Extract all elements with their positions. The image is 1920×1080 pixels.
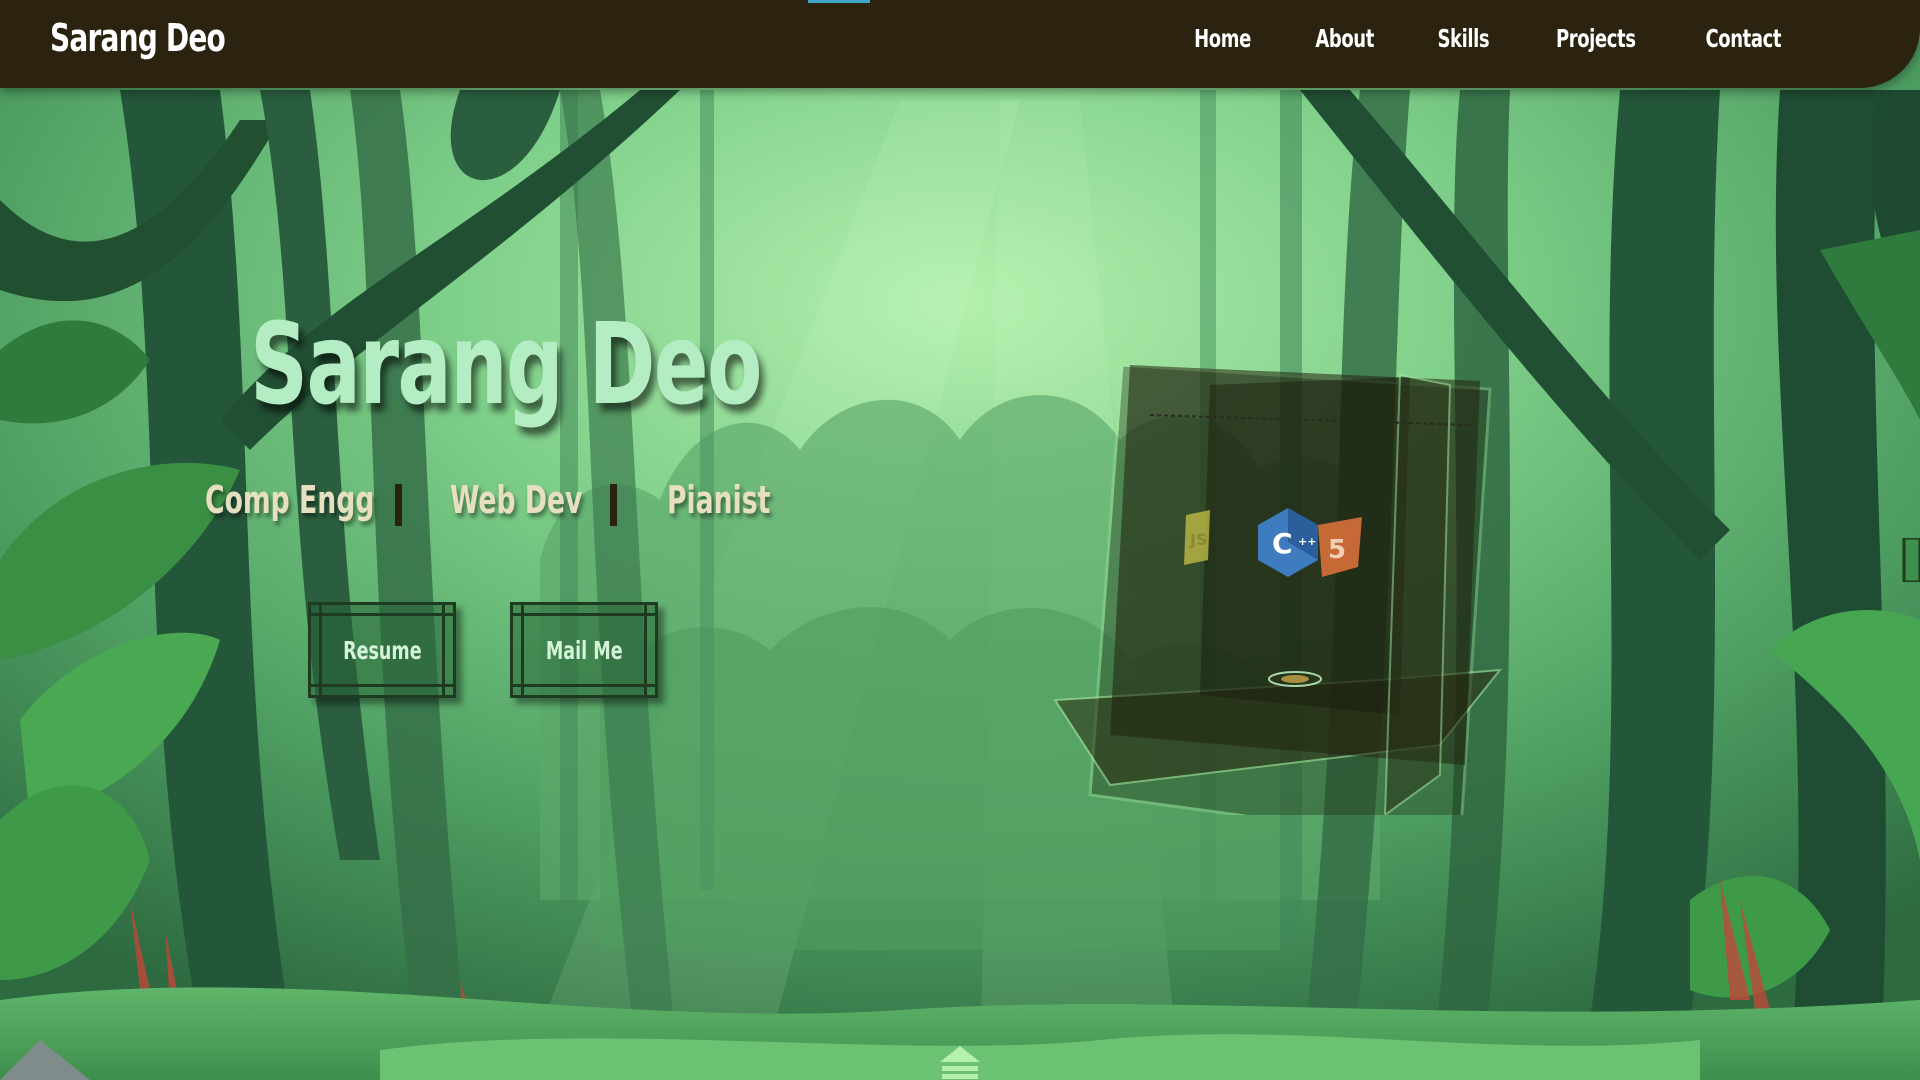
role-separator — [610, 484, 617, 526]
js-icon: JS — [1184, 510, 1210, 565]
role-pianist: Pianist — [667, 478, 771, 522]
role-separator — [395, 484, 402, 526]
navbar: Sarang Deo Home About Skills Projects Co… — [0, 0, 1920, 88]
nav-link-projects[interactable]: Projects — [1556, 24, 1636, 53]
resume-button[interactable]: Resume — [308, 602, 456, 698]
nav-link-about[interactable]: About — [1315, 24, 1374, 53]
role-web-dev: Web Dev — [450, 478, 583, 522]
hero-title: Sarang Deo — [250, 300, 762, 430]
resume-button-label: Resume — [342, 635, 422, 665]
mail-me-button[interactable]: Mail Me — [510, 602, 658, 698]
up-arrow-icon[interactable] — [938, 1044, 982, 1080]
nav-links: Home About Skills Projects Contact — [1187, 24, 1790, 53]
nav-link-home[interactable]: Home — [1194, 24, 1251, 53]
svg-text:C: C — [1272, 527, 1293, 560]
svg-text:JS: JS — [1189, 530, 1207, 549]
scroll-progress-indicator — [808, 0, 870, 3]
role-comp-engg: Comp Engg — [205, 478, 375, 522]
brand-logo[interactable]: Sarang Deo — [50, 16, 226, 60]
side-tab-icon[interactable] — [1900, 538, 1920, 582]
mail-me-button-label: Mail Me — [545, 635, 623, 665]
svg-text:5: 5 — [1328, 535, 1346, 565]
nav-link-contact[interactable]: Contact — [1705, 24, 1781, 53]
jungle-background — [0, 0, 1920, 1080]
svg-text:++: ++ — [1298, 535, 1316, 548]
nav-link-skills[interactable]: Skills — [1438, 24, 1490, 53]
skills-cube[interactable]: JS C ++ 5 — [1050, 355, 1550, 815]
